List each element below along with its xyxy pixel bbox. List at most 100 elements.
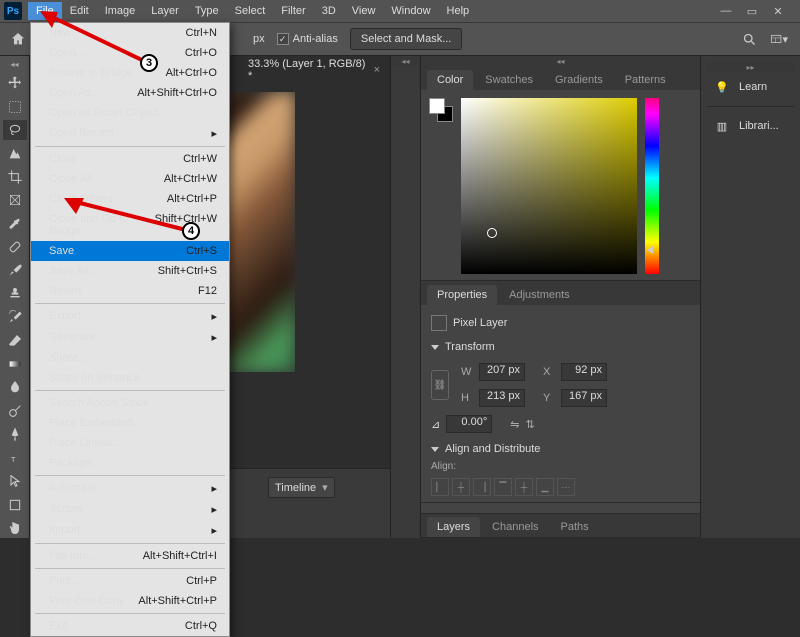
menu-filter[interactable]: Filter [273,2,313,20]
brush-tool[interactable] [3,260,27,280]
file-menu-print[interactable]: Print...Ctrl+P [31,571,229,591]
quick-select-tool[interactable] [3,143,27,163]
tab-adjustments[interactable]: Adjustments [499,285,580,305]
file-menu-save-as[interactable]: Save As...Shift+Ctrl+S [31,261,229,281]
tab-layers[interactable]: Layers [427,517,480,537]
angle-input[interactable]: 0.00° [446,415,492,433]
align-icons: ▏ ┼ ▕ ▔ ┼ ▁ ⋯ [431,478,690,496]
menu-help[interactable]: Help [439,2,478,20]
eraser-tool[interactable] [3,330,27,350]
antialias-checkbox[interactable]: ✓Anti-alias [277,33,338,45]
transform-section[interactable]: Transform [431,341,690,353]
close-tab-icon[interactable]: × [374,64,380,76]
search-icon[interactable] [740,30,758,48]
tab-gradients[interactable]: Gradients [545,70,613,90]
align-bottom-icon[interactable]: ▁ [536,478,554,496]
marquee-tool[interactable] [3,96,27,116]
select-and-mask-button[interactable]: Select and Mask... [350,28,463,50]
dock-collapse[interactable]: ◂◂ [391,56,420,66]
tab-swatches[interactable]: Swatches [475,70,543,90]
sidebar-collapse[interactable]: ▸▸ [707,62,794,72]
file-menu-scripts[interactable]: Scripts▸ [31,499,229,520]
align-top-icon[interactable]: ▔ [494,478,512,496]
color-field[interactable] [461,98,637,274]
file-menu-revert[interactable]: RevertF12 [31,281,229,301]
file-menu-file-info[interactable]: File Info...Alt+Shift+Ctrl+I [31,546,229,566]
file-menu-print-one-copy[interactable]: Print One CopyAlt+Shift+Ctrl+P [31,591,229,611]
file-menu-browse-in-bridge[interactable]: Browse in Bridge...Alt+Ctrl+O [31,63,229,83]
learn-item[interactable]: 💡Learn [707,72,794,102]
tab-paths[interactable]: Paths [551,517,599,537]
file-menu-exit[interactable]: ExitCtrl+Q [31,616,229,636]
dodge-tool[interactable] [3,401,27,421]
home-icon[interactable] [8,29,28,49]
crop-tool[interactable] [3,167,27,187]
svg-text:T: T [11,455,16,464]
fgbg-swatch[interactable] [429,98,453,272]
tab-patterns[interactable]: Patterns [615,70,676,90]
align-section[interactable]: Align and Distribute [431,443,690,455]
file-menu-export[interactable]: Export▸ [31,306,229,327]
tab-channels[interactable]: Channels [482,517,548,537]
align-left-icon[interactable]: ▏ [431,478,449,496]
height-input[interactable]: 213 px [479,389,525,407]
close-icon[interactable]: ✕ [772,5,784,17]
file-menu-place-linked[interactable]: Place Linked... [31,433,229,453]
minimize-icon[interactable]: — [720,5,732,17]
annotation-arrow-4 [58,194,198,238]
tab-color[interactable]: Color [427,70,473,90]
file-menu-open-as-smart-object[interactable]: Open as Smart Object... [31,103,229,123]
width-input[interactable]: 207 px [479,363,525,381]
path-select-tool[interactable] [3,471,27,491]
annotation-marker-4: 4 [182,222,200,240]
lasso-tool[interactable] [3,120,27,140]
y-input[interactable]: 167 px [561,389,607,407]
shape-tool[interactable] [3,494,27,514]
file-menu-save[interactable]: SaveCtrl+S [31,241,229,261]
move-tool[interactable] [3,73,27,93]
file-menu-share-on-behance[interactable]: Share on Behance... [31,368,229,388]
eyedropper-tool[interactable] [3,213,27,233]
history-brush-tool[interactable] [3,307,27,327]
menu-view[interactable]: View [344,2,384,20]
sidebar-right: ▸▸ 💡Learn ▥Librari... [700,56,800,538]
menu-select[interactable]: Select [227,2,274,20]
flip-v-icon[interactable]: ⇅ [525,418,534,431]
flip-h-icon[interactable]: ⇋ [510,418,519,431]
file-menu-generate[interactable]: Generate▸ [31,327,229,348]
stamp-tool[interactable] [3,284,27,304]
file-menu-close-all[interactable]: Close AllAlt+Ctrl+W [31,169,229,189]
toolbox-collapse[interactable]: ◂◂ [5,60,25,68]
blur-tool[interactable] [3,377,27,397]
pen-tool[interactable] [3,424,27,444]
healing-tool[interactable] [3,237,27,257]
align-vcenter-icon[interactable]: ┼ [515,478,533,496]
link-wh-icon[interactable]: ⛓ [431,370,449,400]
file-menu-place-embedded[interactable]: Place Embedded... [31,413,229,433]
panels-right: ◂◂ ColorSwatchesGradientsPatterns Proper… [420,56,700,538]
file-menu-open-recent[interactable]: Open Recent▸ [31,123,229,144]
properties-panel: PropertiesAdjustments Pixel Layer Transf… [421,281,700,503]
file-menu-close[interactable]: CloseCtrl+W [31,149,229,169]
menu-3d[interactable]: 3D [314,2,344,20]
panels-collapse[interactable]: ◂◂ [421,56,700,66]
libraries-item[interactable]: ▥Librari... [707,111,794,141]
align-more-icon[interactable]: ⋯ [557,478,575,496]
align-hcenter-icon[interactable]: ┼ [452,478,470,496]
menu-type[interactable]: Type [187,2,227,20]
workspace-icon[interactable]: ▾ [770,30,788,48]
frame-tool[interactable] [3,190,27,210]
maximize-icon[interactable]: ▭ [746,5,758,17]
gradient-tool[interactable] [3,354,27,374]
x-input[interactable]: 92 px [561,363,607,381]
menu-window[interactable]: Window [383,2,438,20]
file-menu-share[interactable]: Share... [31,348,229,368]
file-menu-automate[interactable]: Automate▸ [31,478,229,499]
align-right-icon[interactable]: ▕ [473,478,491,496]
timeline-selector[interactable]: Timeline▾ [268,477,335,498]
file-menu-search-adobe-stock[interactable]: Search Adobe Stock... [31,393,229,413]
file-menu-open-as[interactable]: Open As...Alt+Shift+Ctrl+O [31,83,229,103]
type-tool[interactable]: T [3,448,27,468]
tab-properties[interactable]: Properties [427,285,497,305]
hand-tool[interactable] [3,518,27,538]
